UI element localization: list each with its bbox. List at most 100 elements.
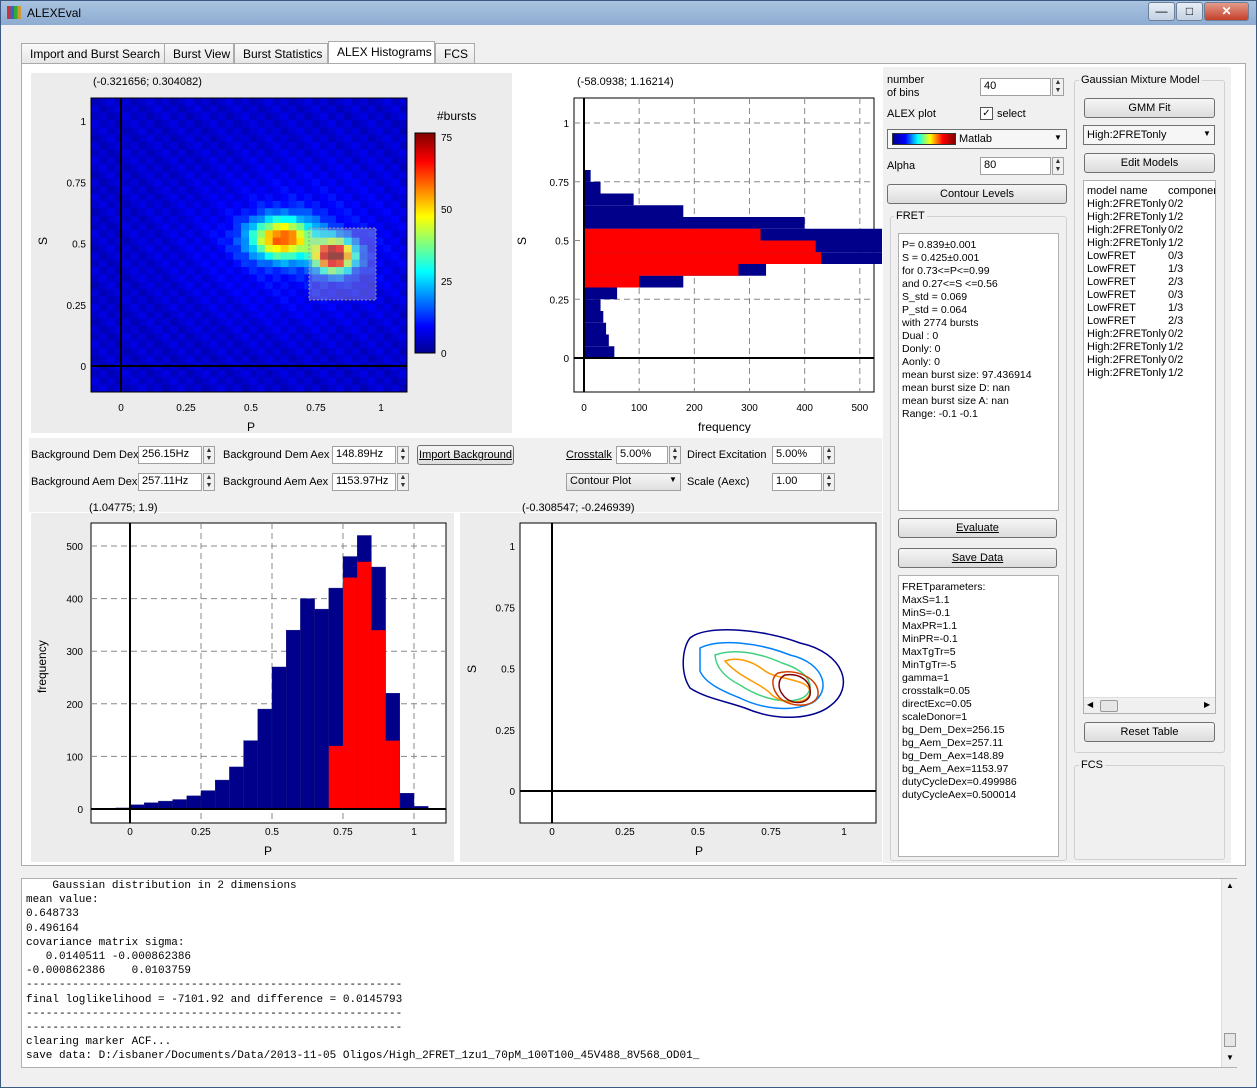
scroll-down-icon[interactable]: ▼ — [1226, 1053, 1234, 1062]
nbins-spinner[interactable]: ▲ ▼ — [1052, 78, 1064, 96]
select-checkbox[interactable]: ✓ — [980, 107, 993, 120]
scale-spinner[interactable]: ▲ ▼ — [823, 473, 835, 491]
scroll-thumb[interactable] — [1224, 1033, 1236, 1047]
s-hist-bar — [584, 287, 618, 300]
gmm-fit-button[interactable]: GMM Fit — [1084, 98, 1215, 118]
close-button[interactable]: ✕ — [1204, 2, 1249, 21]
evaluate-button[interactable]: Evaluate — [898, 518, 1057, 538]
alex-ytick: 0.25 — [67, 301, 87, 312]
table-row[interactable]: High:2FRETonly 1/2 — [1087, 237, 1215, 250]
scale-input[interactable]: 1.00 — [772, 473, 822, 491]
p-histogram[interactable]: 0 0.25 0.5 0.75 1 500 400 300 200 100 0 P frequenc… — [31, 513, 454, 862]
s-histogram[interactable]: 010020030040050060010.750.50.250 frequen… — [514, 73, 882, 433]
scroll-up-icon[interactable]: ▲ — [1226, 881, 1234, 890]
s-hist-selected-bar — [584, 275, 640, 288]
table-cell-model: High:2FRETonly — [1087, 354, 1167, 366]
nbins-input[interactable]: 40 — [980, 78, 1051, 96]
table-cell-component: 0/2 — [1168, 328, 1184, 340]
bg-aem-aex-spinner[interactable]: ▲ ▼ — [397, 473, 409, 491]
table-row[interactable]: High:2FRETonly 1/2 — [1087, 211, 1215, 224]
table-row[interactable]: LowFRET 2/3 — [1087, 276, 1215, 289]
p-hist-selected-bar — [385, 740, 400, 809]
table-row[interactable]: High:2FRETonly 0/2 — [1087, 328, 1215, 341]
nbins-label-2: of bins — [887, 87, 920, 99]
log-scrollbar[interactable]: ▲ ▼ — [1221, 879, 1237, 1067]
bg-dem-dex-spinner[interactable]: ▲ ▼ — [203, 446, 215, 464]
colorbar — [414, 132, 436, 354]
table-row[interactable]: LowFRET 2/3 — [1087, 315, 1215, 328]
gmm-group-title: Gaussian Mixture Model — [1079, 74, 1202, 86]
table-row[interactable]: High:2FRETonly 0/2 — [1087, 198, 1215, 211]
table-row[interactable]: High:2FRETonly 0/2 — [1087, 354, 1215, 367]
alpha-label: Alpha — [887, 160, 916, 172]
alex-ytick: 1 — [80, 117, 86, 128]
table-row[interactable]: LowFRET 0/3 — [1087, 289, 1215, 302]
scroll-thumb[interactable] — [1100, 700, 1118, 712]
gmm-model-table[interactable]: model name componen High:2FRETonly 0/2 Hig… — [1083, 180, 1216, 714]
edit-models-button[interactable]: Edit Models — [1084, 153, 1215, 173]
bg-aem-dex-spinner[interactable]: ▲ ▼ — [203, 473, 215, 491]
table-row[interactable]: High:2FRETonly 1/2 — [1087, 367, 1215, 380]
tab-alex-histograms[interactable]: ALEX Histograms — [328, 41, 435, 64]
colorbar-tick: 75 — [441, 133, 453, 144]
table-row[interactable]: High:2FRETonly 0/2 — [1087, 224, 1215, 237]
p-hist-bar — [300, 598, 315, 810]
table-header-component[interactable]: componen — [1168, 185, 1215, 197]
tab-fcs[interactable]: FCS — [435, 43, 475, 63]
fret-parameters-text: FRETparameters: MaxS=1.1 MinS=-0.1 MaxPR… — [898, 575, 1059, 857]
crosstalk-input[interactable]: 5.00% — [616, 446, 668, 464]
p-hist-ytick: 400 — [66, 595, 83, 606]
bg-aem-aex-input[interactable]: 1153.97Hz — [332, 473, 396, 491]
table-cell-component: 1/3 — [1168, 302, 1184, 314]
table-cell-component: 1/3 — [1168, 263, 1184, 275]
contour-plot[interactable]: 0 0.25 0.5 0.75 1 1 0.75 0.5 0.25 0 P S — [460, 513, 882, 862]
save-data-button[interactable]: Save Data — [898, 548, 1057, 568]
reset-table-button[interactable]: Reset Table — [1084, 722, 1215, 742]
scroll-right-icon[interactable]: ▶ — [1204, 700, 1210, 709]
crosstalk-spinner[interactable]: ▲ ▼ — [669, 446, 681, 464]
bg-aem-dex-input[interactable]: 257.11Hz — [138, 473, 202, 491]
alex-plot-label: ALEX plot — [887, 108, 936, 120]
horizontal-scrollbar[interactable]: ◀ ▶ — [1084, 697, 1215, 713]
bg-dem-aex-spinner[interactable]: ▲ ▼ — [397, 446, 409, 464]
table-row[interactable]: High:2FRETonly 1/2 — [1087, 341, 1215, 354]
direct-exc-input[interactable]: 5.00% — [772, 446, 822, 464]
tab-burst-statistics[interactable]: Burst Statistics — [234, 43, 328, 63]
tab-burst-view[interactable]: Burst View — [164, 43, 234, 63]
alpha-spinner[interactable]: ▲ ▼ — [1052, 157, 1064, 175]
alpha-input[interactable]: 80 — [980, 157, 1051, 175]
table-cell-component: 1/2 — [1168, 341, 1184, 353]
contour-ylabel: S — [465, 665, 479, 673]
chevron-down-icon[interactable]: ▼ — [1203, 129, 1211, 138]
table-row[interactable]: LowFRET 1/3 — [1087, 263, 1215, 276]
chevron-down-icon[interactable]: ▼ — [669, 475, 677, 484]
contour-levels-button[interactable]: Contour Levels — [887, 184, 1067, 204]
import-background-button[interactable]: Import Background — [417, 445, 514, 465]
p-hist-xlabel: P — [264, 844, 272, 858]
p-hist-xtick: 0.25 — [191, 827, 211, 838]
contour-xtick: 0 — [549, 827, 555, 838]
s-hist-bar — [584, 217, 805, 229]
maximize-button[interactable]: □ — [1176, 2, 1203, 21]
bg-dem-aex-input[interactable]: 148.89Hz — [332, 446, 396, 464]
fret-results-text: P= 0.839±0.001 S = 0.425±0.001 for 0.73<… — [898, 233, 1059, 511]
minimize-button[interactable]: — — [1148, 2, 1175, 21]
plot-type-select[interactable]: Contour Plot — [566, 473, 681, 491]
log-output[interactable]: Gaussian distribution in 2 dimensions me… — [21, 878, 1237, 1068]
p-hist-bar — [186, 795, 202, 810]
table-row[interactable]: LowFRET 0/3 — [1087, 250, 1215, 263]
bg-dem-dex-input[interactable]: 256.15Hz — [138, 446, 202, 464]
table-row[interactable]: LowFRET 1/3 — [1087, 302, 1215, 315]
p-hist-ytick: 500 — [66, 542, 83, 553]
chevron-down-icon[interactable]: ▼ — [1054, 133, 1062, 142]
table-header-model[interactable]: model name — [1087, 185, 1148, 197]
p-hist-ytick: 200 — [66, 700, 83, 711]
p-hist-bar — [200, 790, 216, 810]
s-hist-xtick: 300 — [741, 403, 758, 414]
direct-exc-spinner[interactable]: ▲ ▼ — [823, 446, 835, 464]
tab-import[interactable]: Import and Burst Search — [21, 43, 165, 63]
s-hist-ytick: 0.25 — [550, 295, 570, 306]
scroll-left-icon[interactable]: ◀ — [1087, 700, 1093, 709]
alex-heatmap[interactable]: 0 0.25 0.5 0.75 1 1 0.75 0.5 0.25 0 P S #bursts 7… — [31, 73, 512, 433]
s-hist-xtick: 0 — [581, 403, 587, 414]
